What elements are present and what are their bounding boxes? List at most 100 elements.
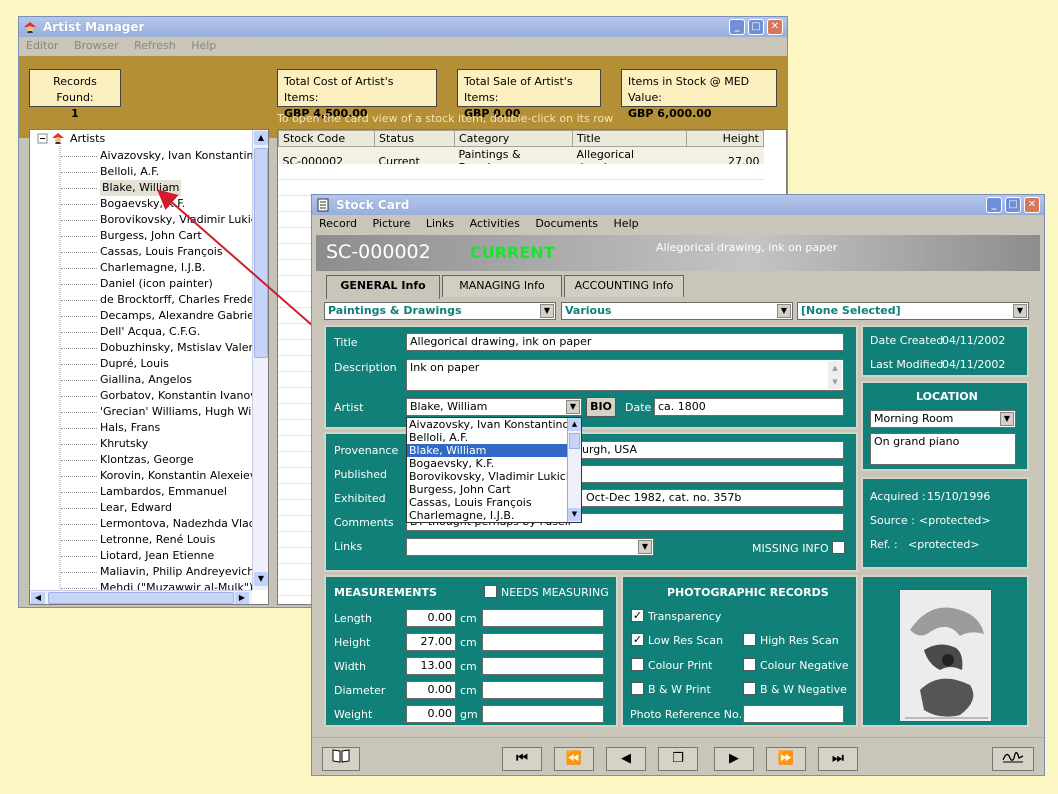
close-button[interactable]: ✕ bbox=[1024, 197, 1040, 213]
measurement-value-field[interactable]: 0.00 bbox=[406, 705, 456, 723]
low-res-checkbox[interactable]: ✓ bbox=[631, 633, 644, 646]
measurement-note-field[interactable] bbox=[482, 705, 604, 723]
high-res-checkbox[interactable] bbox=[743, 633, 756, 646]
category-value: Paintings & Drawings bbox=[328, 304, 462, 317]
status-badge: CURRENT bbox=[470, 243, 555, 262]
previous-record-button[interactable]: ◀ bbox=[606, 747, 646, 771]
measurement-value-field[interactable]: 0.00 bbox=[406, 609, 456, 627]
dropdown-option[interactable]: Charlemagne, I.J.B. bbox=[407, 509, 568, 522]
colour-print-checkbox[interactable] bbox=[631, 658, 644, 671]
links-select[interactable]: ▼ bbox=[406, 538, 654, 556]
measurement-note-field[interactable] bbox=[482, 681, 604, 699]
measurement-note-field[interactable] bbox=[482, 657, 604, 675]
other-select[interactable]: [None Selected] ▼ bbox=[797, 302, 1029, 320]
transparency-checkbox[interactable]: ✓ bbox=[631, 609, 644, 622]
measurement-note-field[interactable] bbox=[482, 633, 604, 651]
menu-links[interactable]: Links bbox=[426, 217, 454, 230]
provenance-label: Provenance bbox=[334, 444, 399, 457]
needs-measuring-checkbox[interactable] bbox=[484, 585, 497, 598]
book-button[interactable] bbox=[322, 747, 360, 771]
subcategory-value: Various bbox=[565, 304, 612, 317]
tab-general[interactable]: GENERAL Info bbox=[326, 275, 440, 299]
stock-code-display: SC-000002 bbox=[326, 241, 431, 263]
description-scrollbar[interactable]: ▲ ▼ bbox=[828, 361, 842, 389]
measurement-value-field[interactable]: 27.00 bbox=[406, 633, 456, 651]
chevron-down-icon[interactable]: ▼ bbox=[638, 540, 652, 554]
measurement-label: Width bbox=[334, 660, 366, 673]
bw-print-label: B & W Print bbox=[648, 683, 711, 696]
description-value: Ink on paper bbox=[410, 361, 480, 374]
colour-negative-checkbox[interactable] bbox=[743, 658, 756, 671]
menu-record[interactable]: Record bbox=[319, 217, 357, 230]
title-label: Title bbox=[334, 336, 358, 349]
dropdown-option[interactable]: Bogaevsky, K.F. bbox=[407, 457, 568, 470]
chevron-down-icon[interactable]: ▼ bbox=[1000, 412, 1014, 426]
last-modified-value: 04/11/2002 bbox=[942, 358, 1006, 371]
subcategory-select[interactable]: Various ▼ bbox=[561, 302, 793, 320]
chevron-down-icon[interactable]: ▼ bbox=[1013, 304, 1027, 318]
category-select[interactable]: Paintings & Drawings ▼ bbox=[324, 302, 556, 320]
dropdown-option[interactable]: Belloli, A.F. bbox=[407, 431, 568, 444]
dropdown-option[interactable]: Blake, William bbox=[407, 444, 568, 457]
signature-button[interactable] bbox=[992, 747, 1034, 771]
chevron-down-icon[interactable]: ▼ bbox=[540, 304, 554, 318]
minimize-button[interactable]: _ bbox=[986, 197, 1002, 213]
dropdown-option[interactable]: Aivazovsky, Ivan Konstantinovich bbox=[407, 418, 568, 431]
dropdown-scrollbar[interactable]: ▲ ▼ bbox=[567, 418, 581, 522]
last-record-button[interactable]: ⏭ bbox=[818, 747, 858, 771]
location-note-field[interactable]: On grand piano bbox=[870, 433, 1016, 465]
menu-activities[interactable]: Activities bbox=[470, 217, 520, 230]
measurement-value-field[interactable]: 13.00 bbox=[406, 657, 456, 675]
title-field[interactable]: Allegorical drawing, ink on paper bbox=[406, 333, 844, 351]
chevron-down-icon[interactable]: ▼ bbox=[566, 400, 580, 414]
date-created-label: Date Created bbox=[870, 334, 944, 347]
measurement-unit: cm bbox=[460, 660, 477, 673]
menu-picture[interactable]: Picture bbox=[373, 217, 411, 230]
bio-button[interactable]: BIO bbox=[586, 397, 616, 417]
description-field[interactable]: Ink on paper ▲ ▼ bbox=[406, 359, 844, 391]
stock-card-window: Stock Card _ □ ✕ Record Picture Links Ac… bbox=[311, 194, 1045, 776]
bw-negative-checkbox[interactable] bbox=[743, 682, 756, 695]
dropdown-option[interactable]: Cassas, Louis François bbox=[407, 496, 568, 509]
date-field[interactable]: ca. 1800 bbox=[654, 398, 844, 416]
stock-card-icon bbox=[317, 198, 329, 212]
dropdown-option[interactable]: Borovikovsky, Vladimir Lukich bbox=[407, 470, 568, 483]
location-select[interactable]: Morning Room ▼ bbox=[870, 410, 1016, 428]
menu-documents[interactable]: Documents bbox=[535, 217, 598, 230]
artist-select[interactable]: Blake, William ▼ bbox=[406, 398, 582, 416]
artwork-thumbnail[interactable] bbox=[899, 589, 992, 722]
measurement-note-field[interactable] bbox=[482, 609, 604, 627]
measurement-unit: gm bbox=[460, 708, 478, 721]
artist-value: Blake, William bbox=[410, 400, 488, 413]
exhibited-label: Exhibited bbox=[334, 492, 386, 505]
next-record-button[interactable]: ▶ bbox=[714, 747, 754, 771]
date-created-value: 04/11/2002 bbox=[942, 334, 1006, 347]
tab-accounting[interactable]: ACCOUNTING Info bbox=[564, 275, 684, 297]
scroll-down-icon[interactable]: ▼ bbox=[568, 508, 581, 521]
photo-ref-field[interactable] bbox=[743, 705, 844, 723]
chevron-down-icon[interactable]: ▼ bbox=[777, 304, 791, 318]
scroll-thumb[interactable] bbox=[569, 433, 580, 449]
acquired-value: 15/10/1996 bbox=[927, 490, 991, 503]
tab-managing[interactable]: MANAGING Info bbox=[442, 275, 562, 297]
other-value: [None Selected] bbox=[801, 304, 901, 317]
missing-info-checkbox[interactable] bbox=[832, 541, 845, 554]
card-header: SC-000002 CURRENT Allegorical drawing, i… bbox=[316, 235, 1040, 271]
menu-help[interactable]: Help bbox=[614, 217, 639, 230]
scroll-up-icon[interactable]: ▲ bbox=[568, 418, 581, 431]
acquired-label: Acquired : bbox=[870, 490, 926, 503]
previous-page-button[interactable]: ⏪ bbox=[554, 747, 594, 771]
stock-card-titlebar[interactable]: Stock Card _ □ ✕ bbox=[312, 195, 1044, 215]
bw-print-checkbox[interactable] bbox=[631, 682, 644, 695]
maximize-button[interactable]: □ bbox=[1005, 197, 1021, 213]
first-record-button[interactable]: ⏮ bbox=[502, 747, 542, 771]
dropdown-option[interactable]: Burgess, John Cart bbox=[407, 483, 568, 496]
measurement-value-field[interactable]: 0.00 bbox=[406, 681, 456, 699]
next-page-button[interactable]: ⏩ bbox=[766, 747, 806, 771]
artist-dropdown-list[interactable]: Aivazovsky, Ivan KonstantinovichBelloli,… bbox=[406, 417, 582, 523]
description-label: Description bbox=[334, 361, 397, 374]
published-label: Published bbox=[334, 468, 387, 481]
restore-window-button[interactable]: ❐ bbox=[658, 747, 698, 771]
source-label: Source : bbox=[870, 514, 915, 527]
photo-ref-label: Photo Reference No. bbox=[630, 708, 743, 721]
